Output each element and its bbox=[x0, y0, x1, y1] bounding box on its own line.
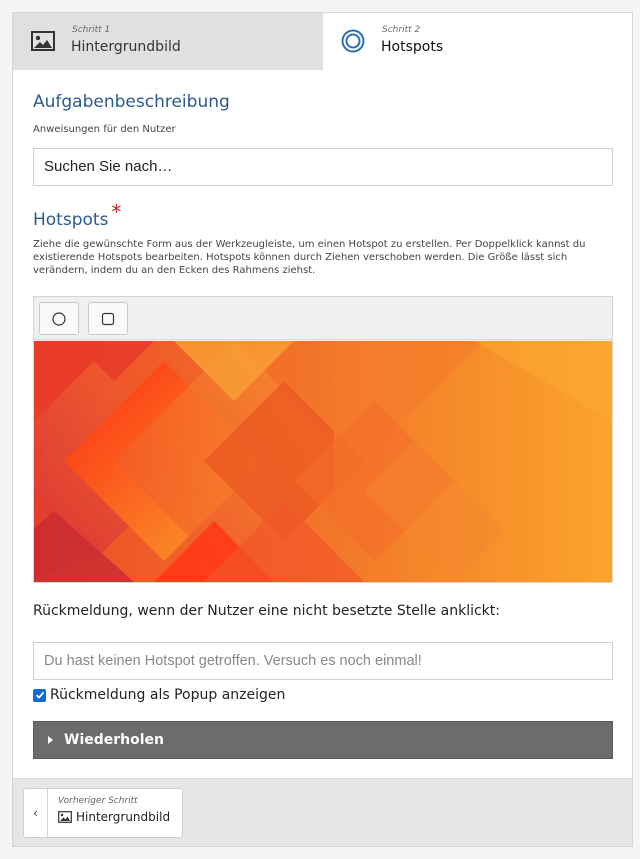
previous-step-label: Hintergrundbild bbox=[76, 810, 171, 824]
feedback-label: Rückmeldung, wenn der Nutzer eine nicht … bbox=[33, 603, 500, 619]
hotspots-heading: Hotspots * bbox=[33, 200, 121, 230]
step-number: Schritt 1 bbox=[72, 25, 111, 35]
task-description: Anweisungen für den Nutzer bbox=[33, 124, 176, 135]
circle-tool-button[interactable] bbox=[39, 302, 79, 335]
hotspots-description: Ziehe die gewünschte Form aus der Werkze… bbox=[33, 239, 586, 276]
abstract-orange-background bbox=[34, 341, 612, 582]
target-circle-icon bbox=[341, 29, 365, 53]
previous-step-caption: Vorheriger Schritt bbox=[58, 796, 138, 806]
hotspot-editor bbox=[33, 296, 613, 583]
hotspot-toolbar bbox=[34, 297, 612, 340]
rectangle-tool-button[interactable] bbox=[88, 302, 128, 335]
wizard-steps: Schritt 1 Hintergrundbild Schritt 2 Hots… bbox=[13, 13, 632, 70]
popup-option[interactable]: Rückmeldung als Popup anzeigen bbox=[33, 687, 285, 703]
editor-frame: Schritt 1 Hintergrundbild Schritt 2 Hots… bbox=[12, 12, 633, 847]
image-icon bbox=[31, 31, 55, 51]
task-input[interactable]: Suchen Sie nach… bbox=[33, 148, 613, 186]
step-tab-background[interactable]: Schritt 1 Hintergrundbild bbox=[13, 13, 323, 70]
hotspots-heading-text: Hotspots bbox=[33, 210, 109, 230]
hotspot-canvas-background-image[interactable] bbox=[34, 341, 612, 582]
caret-right-icon bbox=[48, 736, 53, 744]
image-icon bbox=[58, 811, 72, 823]
previous-step-text: Vorheriger Schritt Hintergrundbild bbox=[48, 789, 170, 837]
step-tab-hotspots[interactable]: Schritt 2 Hotspots bbox=[323, 13, 632, 70]
step-label: Hotspots bbox=[381, 39, 444, 55]
repeat-label: Wiederholen bbox=[64, 732, 165, 748]
step-label: Hintergrundbild bbox=[71, 39, 181, 55]
popup-label: Rückmeldung als Popup anzeigen bbox=[50, 687, 286, 703]
required-mark: * bbox=[111, 200, 122, 224]
circle-icon bbox=[52, 311, 66, 326]
step-content: Aufgabenbeschreibung Anweisungen für den… bbox=[13, 70, 632, 778]
square-icon bbox=[101, 312, 115, 325]
popup-checkbox[interactable] bbox=[33, 688, 46, 702]
repeat-section-toggle[interactable]: Wiederholen bbox=[33, 721, 613, 759]
feedback-input[interactable]: Du hast keinen Hotspot getroffen. Versuc… bbox=[33, 642, 613, 680]
task-heading: Aufgabenbeschreibung bbox=[33, 92, 230, 112]
chevron-left-icon: ‹ bbox=[24, 789, 48, 837]
checkmark-icon bbox=[35, 691, 44, 699]
step-number: Schritt 2 bbox=[382, 25, 421, 35]
previous-step-button[interactable]: ‹ Vorheriger Schritt Hintergrundbild bbox=[23, 788, 183, 838]
previous-step-name: Hintergrundbild bbox=[58, 810, 170, 824]
wizard-footer: ‹ Vorheriger Schritt Hintergrundbild bbox=[13, 778, 632, 846]
